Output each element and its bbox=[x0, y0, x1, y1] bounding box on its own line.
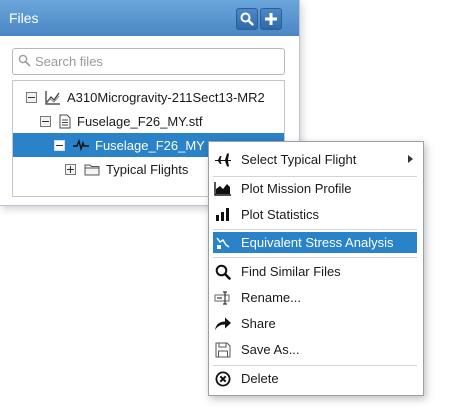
submenu-arrow-icon bbox=[408, 155, 413, 163]
area-chart-icon bbox=[213, 181, 233, 196]
rename-icon bbox=[213, 290, 233, 305]
menu-item-plot-mission-profile[interactable]: Plot Mission Profile bbox=[213, 178, 417, 199]
context-menu: Select Typical Flight Plot Mission Profi… bbox=[208, 141, 424, 396]
menu-item-label: Plot Statistics bbox=[241, 207, 320, 222]
magnifier-icon bbox=[213, 264, 233, 280]
document-icon bbox=[59, 114, 71, 129]
menu-separator bbox=[213, 229, 417, 230]
plus-icon bbox=[265, 13, 277, 25]
add-file-button[interactable] bbox=[260, 8, 282, 30]
search-field[interactable] bbox=[12, 48, 285, 75]
tree-item-label: A310Microgravity-211Sect13-MR2 bbox=[67, 89, 265, 105]
menu-item-save-as[interactable]: Save As... bbox=[213, 339, 417, 360]
search-button[interactable] bbox=[236, 8, 258, 30]
menu-item-equivalent-stress-analysis[interactable]: Equivalent Stress Analysis bbox=[213, 232, 417, 253]
collapse-toggle[interactable] bbox=[54, 139, 65, 151]
expand-toggle[interactable] bbox=[65, 163, 76, 175]
search-icon bbox=[18, 54, 31, 67]
panel-title: Files bbox=[9, 10, 39, 26]
menu-item-label: Share bbox=[241, 316, 276, 331]
bar-chart-icon bbox=[213, 207, 233, 222]
menu-item-share[interactable]: Share bbox=[213, 313, 417, 334]
menu-item-select-typical-flight[interactable]: Select Typical Flight bbox=[213, 149, 417, 170]
menu-item-rename[interactable]: Rename... bbox=[213, 287, 417, 308]
menu-item-label: Rename... bbox=[241, 290, 301, 305]
tree-item-a310[interactable]: A310Microgravity-211Sect13-MR2 bbox=[13, 85, 284, 109]
menu-item-plot-statistics[interactable]: Plot Statistics bbox=[213, 204, 417, 225]
menu-item-label: Delete bbox=[241, 371, 279, 386]
menu-item-label: Equivalent Stress Analysis bbox=[241, 235, 394, 250]
tree-item-label: Typical Flights bbox=[106, 161, 189, 177]
share-arrow-icon bbox=[213, 316, 233, 331]
menu-item-label: Select Typical Flight bbox=[241, 152, 357, 167]
floppy-icon bbox=[213, 342, 233, 358]
menu-separator bbox=[213, 365, 417, 366]
menu-separator bbox=[213, 176, 417, 177]
airplane-icon bbox=[213, 152, 233, 168]
delete-circle-icon bbox=[213, 371, 233, 387]
search-input[interactable] bbox=[35, 52, 275, 70]
menu-item-label: Save As... bbox=[241, 342, 300, 357]
folder-icon bbox=[84, 163, 100, 176]
menu-item-delete[interactable]: Delete bbox=[213, 368, 417, 389]
search-icon bbox=[240, 12, 254, 26]
tree-item-label: Fuselage_F26_MY.stf bbox=[77, 113, 203, 129]
chart-icon bbox=[45, 90, 61, 105]
menu-item-label: Plot Mission Profile bbox=[241, 181, 352, 196]
menu-item-label: Find Similar Files bbox=[241, 264, 341, 279]
tree-item-stf-file[interactable]: Fuselage_F26_MY.stf bbox=[13, 109, 284, 133]
menu-item-find-similar-files[interactable]: Find Similar Files bbox=[213, 261, 417, 282]
stress-analysis-icon bbox=[213, 235, 233, 250]
menu-separator bbox=[213, 257, 417, 258]
tree-item-label: Fuselage_F26_MY bbox=[95, 137, 205, 153]
waveform-icon bbox=[73, 139, 89, 151]
panel-header: Files bbox=[0, 0, 299, 36]
collapse-toggle[interactable] bbox=[26, 91, 37, 103]
collapse-toggle[interactable] bbox=[40, 115, 51, 127]
